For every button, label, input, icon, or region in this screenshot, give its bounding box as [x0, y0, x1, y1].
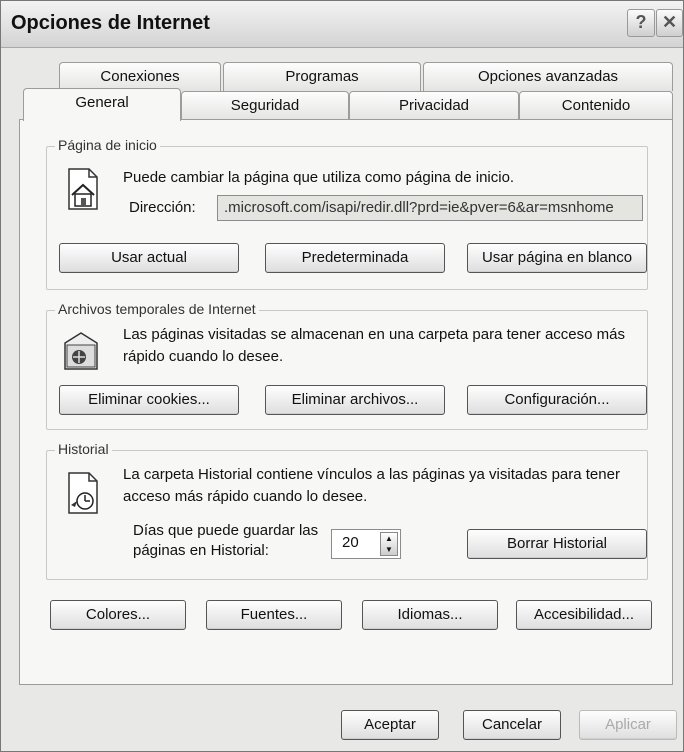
use-current-button[interactable]: Usar actual [59, 243, 239, 273]
tab-seguridad[interactable]: Seguridad [181, 91, 349, 120]
home-page-group: Página de inicio Puede cambiar la página… [46, 137, 648, 290]
window-title: Opciones de Internet [11, 12, 210, 34]
history-description-line1: La carpeta Historial contiene vínculos a… [123, 466, 620, 483]
address-field[interactable]: .microsoft.com/isapi/redir.dll?prd=ie&pv… [217, 195, 643, 221]
fonts-button[interactable]: Fuentes... [206, 600, 342, 630]
delete-cookies-button[interactable]: Eliminar cookies... [59, 385, 239, 415]
days-label-line1: Días que puede guardar las [133, 522, 319, 539]
history-group-label: Historial [55, 441, 112, 457]
home-description: Puede cambiar la página que utiliza como… [123, 169, 515, 186]
tab-programas[interactable]: Programas [223, 62, 421, 91]
title-bar[interactable]: Opciones de Internet ? ✕ [1, 1, 683, 48]
home-page-icon [68, 168, 98, 210]
general-panel: Página de inicio Puede cambiar la página… [19, 119, 673, 685]
use-blank-button[interactable]: Usar página en blanco [467, 243, 647, 273]
delete-files-button[interactable]: Eliminar archivos... [265, 385, 445, 415]
temp-files-icon [64, 332, 98, 370]
settings-button[interactable]: Configuración... [467, 385, 647, 415]
clear-history-button[interactable]: Borrar Historial [467, 529, 647, 559]
days-stepper[interactable]: 20 ▲ ▼ [331, 529, 401, 559]
cancel-button[interactable]: Cancelar [463, 710, 561, 740]
tab-general[interactable]: General [23, 88, 181, 121]
use-default-button[interactable]: Predeterminada [265, 243, 445, 273]
temp-group-label: Archivos temporales de Internet [55, 301, 259, 317]
close-button[interactable]: ✕ [656, 9, 683, 37]
address-label: Dirección: [129, 199, 196, 216]
temp-description-line2: rápido cuando lo desee. [123, 348, 284, 365]
tab-privacidad[interactable]: Privacidad [349, 91, 519, 120]
temp-description-line1: Las páginas visitadas se almacenan en un… [123, 326, 625, 343]
home-group-label: Página de inicio [55, 137, 160, 153]
help-button[interactable]: ? [627, 9, 655, 37]
stepper-up-icon[interactable]: ▲ [381, 533, 397, 544]
history-description-line2: acceso más rápido cuando lo desee. [123, 488, 368, 505]
days-value[interactable]: 20 [342, 534, 359, 551]
tab-conexiones[interactable]: Conexiones [59, 62, 221, 91]
accessibility-button[interactable]: Accesibilidad... [516, 600, 652, 630]
history-group: Historial La carpeta Historial contiene … [46, 441, 648, 580]
stepper-down-icon[interactable]: ▼ [381, 544, 397, 555]
apply-button[interactable]: Aplicar [579, 710, 677, 740]
ok-button[interactable]: Aceptar [341, 710, 439, 740]
languages-button[interactable]: Idiomas... [362, 600, 498, 630]
stepper-arrows[interactable]: ▲ ▼ [380, 532, 398, 556]
tab-contenido[interactable]: Contenido [519, 91, 673, 120]
colors-button[interactable]: Colores... [50, 600, 186, 630]
internet-options-dialog: Opciones de Internet ? ✕ Conexiones Prog… [0, 0, 684, 752]
days-label-line2: páginas en Historial: [133, 542, 269, 559]
tab-opciones-avanzadas[interactable]: Opciones avanzadas [423, 62, 673, 91]
history-icon [68, 472, 98, 514]
temp-files-group: Archivos temporales de Internet Las pági… [46, 301, 648, 430]
